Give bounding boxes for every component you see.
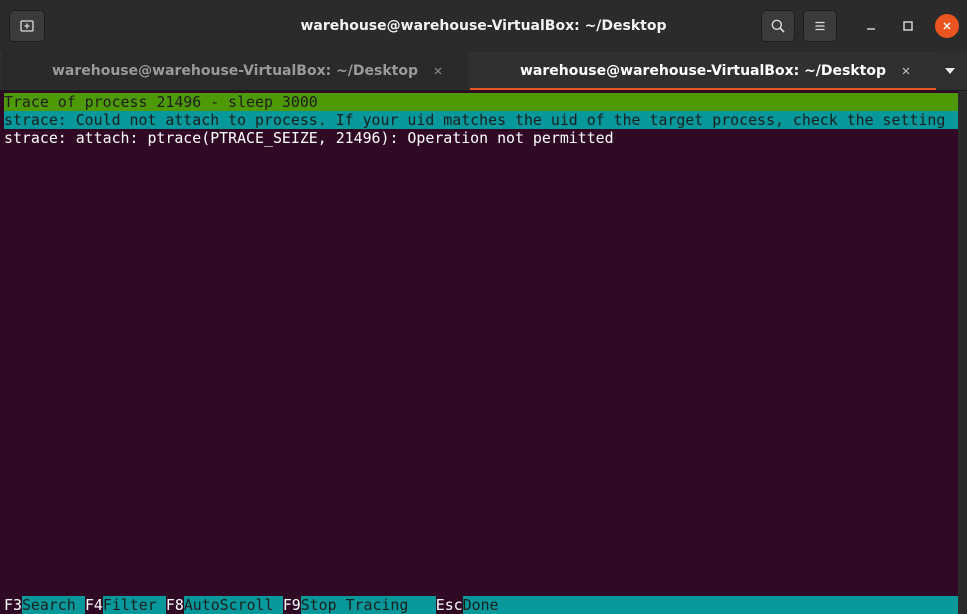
maximize-icon xyxy=(903,21,913,31)
tab-close-button[interactable] xyxy=(898,63,914,79)
chevron-down-icon xyxy=(945,68,955,74)
search-icon xyxy=(771,19,785,33)
close-icon xyxy=(902,67,910,75)
tab-2[interactable]: warehouse@warehouse-VirtualBox: ~/Deskto… xyxy=(470,52,936,90)
terminal-window: warehouse@warehouse-VirtualBox: ~/Deskto… xyxy=(0,0,967,614)
tab-label: warehouse@warehouse-VirtualBox: ~/Deskto… xyxy=(519,63,887,79)
tab-close-button[interactable] xyxy=(430,63,446,79)
new-tab-button[interactable] xyxy=(9,10,45,42)
maximize-button[interactable] xyxy=(896,14,920,38)
tab-1[interactable]: warehouse@warehouse-VirtualBox: ~/Deskto… xyxy=(2,52,468,90)
search-button[interactable] xyxy=(761,10,795,42)
function-key-bar: F3Search F4Filter F8AutoScroll F9Stop Traci… xyxy=(4,596,958,614)
tabs-dropdown-button[interactable] xyxy=(938,62,962,80)
fkey-f4[interactable]: F4 xyxy=(84,596,103,614)
menu-button[interactable] xyxy=(803,10,837,42)
minimize-icon xyxy=(867,28,875,30)
strace-error-line: strace: Could not attach to process. If … xyxy=(4,111,958,129)
tab-label: warehouse@warehouse-VirtualBox: ~/Deskto… xyxy=(51,63,419,79)
fkey-filter-label[interactable]: Filter xyxy=(103,596,166,614)
fkey-f3[interactable]: F3 xyxy=(4,596,22,614)
close-button[interactable] xyxy=(935,14,959,38)
new-tab-icon xyxy=(20,20,34,32)
fkey-stop-tracing-label[interactable]: Stop Tracing xyxy=(301,596,436,614)
minimize-button[interactable] xyxy=(859,14,883,38)
fkey-done-label[interactable]: Done xyxy=(463,596,499,614)
terminal-scrollbar[interactable] xyxy=(958,91,967,614)
fkey-autoscroll-label[interactable]: AutoScroll xyxy=(184,596,283,614)
fkey-search-label[interactable]: Search xyxy=(22,596,85,614)
terminal-area[interactable]: Trace of process 21496 - sleep 3000 stra… xyxy=(0,91,967,614)
fkey-f8[interactable]: F8 xyxy=(165,596,184,614)
close-icon xyxy=(434,67,442,75)
trace-header-line: Trace of process 21496 - sleep 3000 xyxy=(4,93,958,111)
fkey-f9[interactable]: F9 xyxy=(282,596,301,614)
strace-attach-line: strace: attach: ptrace(PTRACE_SEIZE, 214… xyxy=(4,129,614,147)
tab-bar: warehouse@warehouse-VirtualBox: ~/Deskto… xyxy=(0,52,967,91)
fkey-esc[interactable]: Esc xyxy=(435,596,463,614)
close-icon xyxy=(943,22,951,30)
hamburger-menu-icon xyxy=(815,21,825,31)
header-bar: warehouse@warehouse-VirtualBox: ~/Deskto… xyxy=(0,0,967,53)
